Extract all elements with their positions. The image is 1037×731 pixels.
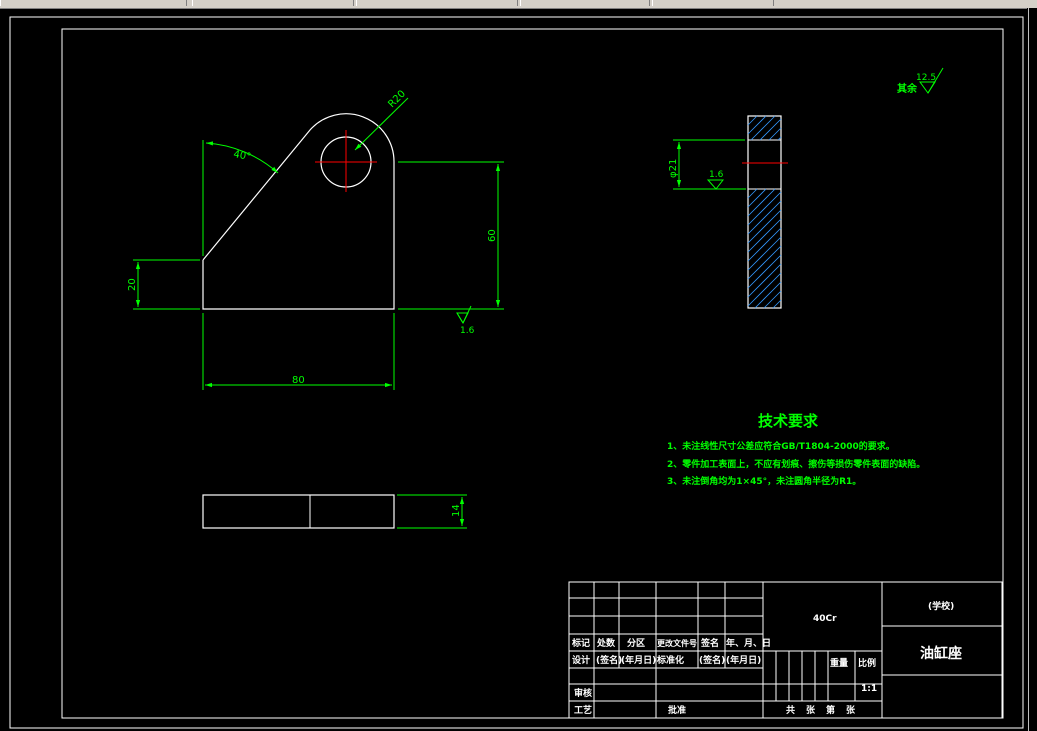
hatch-line [750, 115, 776, 141]
hatch-line [747, 272, 782, 307]
side-view-outline [747, 115, 782, 309]
tb-material: 40Cr [813, 614, 837, 624]
radius-leader [354, 97, 409, 151]
hatch-line [747, 218, 782, 253]
bottom-view [202, 494, 395, 529]
hatch-line [747, 227, 782, 262]
tb-school: (学校) [928, 600, 954, 612]
tech-requirements-title: 技术要求 [758, 412, 819, 430]
hatch-line [747, 191, 782, 226]
tb-scale-value: 1:1 [861, 684, 877, 694]
radius-dimension-text: R20 [386, 88, 408, 110]
hatch-line [747, 115, 758, 126]
height-dimension-text: 60 [487, 229, 498, 242]
bottom-view-outline [202, 494, 395, 529]
hatch-line [747, 209, 782, 244]
thickness-dimension-text: 14 [451, 504, 462, 517]
tb-scale-label: 比例 [858, 657, 876, 669]
tech-requirement-1: 1、未注线性尺寸公差应符合GB/T1804-2000的要求。 [667, 440, 895, 452]
front-view [202, 113, 395, 310]
bore-dimension-text: φ21 [668, 159, 679, 178]
roughness-other-label: 其余 [897, 82, 918, 95]
hatch-line [747, 188, 758, 199]
tb-mark-label: 标记 [571, 637, 590, 649]
front-view-outline [202, 113, 395, 310]
title-block-labels: 标记 处数 分区 更改文件号 签名 年、月、日 设计 (签名) (年月日) 标准… [571, 600, 962, 716]
tb-sign-label: 签名 [700, 637, 719, 649]
tb-standard-label: 标准化 [656, 654, 684, 666]
section-hatch-top [747, 115, 782, 141]
hatch-line [747, 115, 767, 135]
tb-standard-sign: (签名) [699, 654, 725, 666]
tb-sheets-total: 共 [786, 704, 795, 716]
tb-design-label: 设计 [572, 654, 590, 666]
tb-sheets-no-unit: 张 [846, 704, 856, 716]
roughness-value-bore: 1.6 [709, 170, 724, 180]
hatch-line [747, 236, 782, 271]
tb-change-doc-label: 更改文件号 [657, 638, 697, 648]
angle-dimension-text: 40° [232, 149, 251, 163]
tb-date-label: 年、月、日 [726, 637, 771, 649]
hatch-line [747, 200, 782, 235]
tb-approve-label: 批准 [668, 704, 686, 716]
cad-drawing-canvas[interactable]: 40° R20 60 20 80 1.6 φ21 1.6 14 其余 12.5 [0, 0, 1037, 731]
side-view [742, 115, 788, 309]
roughness-value-bottom: 1.6 [460, 326, 475, 336]
tb-zone-label: 分区 [627, 637, 645, 649]
tb-design-sign: (签名) [596, 654, 622, 666]
hatch-line [759, 118, 782, 141]
section-hatch-bottom [747, 188, 782, 309]
hatch-line [747, 188, 767, 208]
left-height-dimension-text: 20 [127, 278, 138, 291]
hatch-line [768, 127, 782, 141]
front-view-dimensions [133, 97, 504, 390]
tech-requirement-3: 3、未注倒角均为1×45°，未注圆角半径为R1。 [667, 475, 861, 487]
hatch-line [772, 299, 782, 309]
outer-sheet-frame [9, 16, 1024, 729]
tech-requirement-2: 2、零件加工表面上，不应有划痕、擦伤等损伤零件表面的缺陷。 [667, 458, 925, 470]
roughness-other-value: 12.5 [916, 73, 936, 83]
width-dimension-text: 80 [292, 375, 305, 386]
tb-process-label: 工艺 [574, 704, 592, 716]
side-view-dimensions [673, 139, 746, 190]
tb-part-name: 油缸座 [920, 645, 962, 662]
tb-review-label: 审核 [574, 687, 592, 699]
tb-weight-label: 重量 [830, 657, 848, 669]
roughness-symbol-bore [706, 179, 725, 190]
tb-design-date: (年月日) [621, 654, 656, 666]
tb-sheets-no: 第 [826, 704, 835, 716]
hatch-line [747, 263, 782, 298]
tb-standard-date: (年月日) [726, 654, 761, 666]
hatch-line [747, 254, 782, 289]
hatch-line [747, 245, 782, 280]
hatch-line [763, 290, 782, 309]
tb-count-label: 处数 [596, 637, 616, 649]
tb-sheets-total-unit: 张 [806, 704, 816, 716]
